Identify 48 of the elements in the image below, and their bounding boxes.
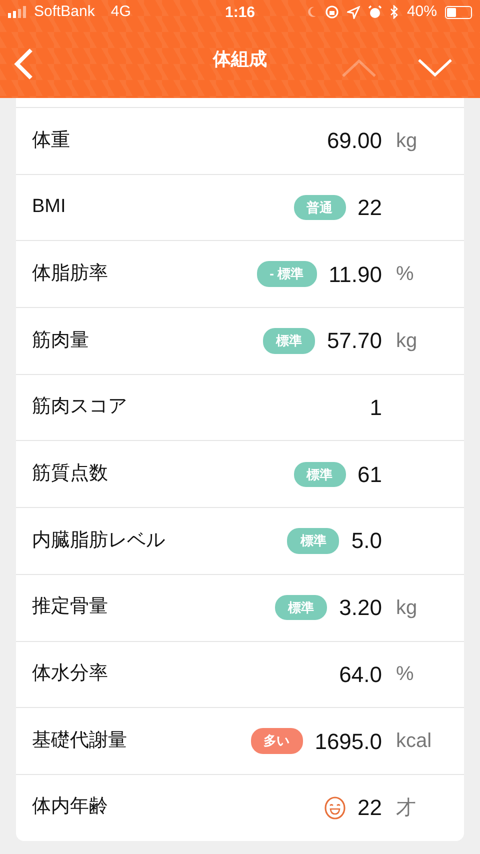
network-type: 4G (110, 2, 131, 22)
metric-label: 体重 (32, 128, 71, 153)
rotation-lock-icon (324, 5, 339, 19)
metric-value: 3.20 (339, 594, 382, 622)
unit-label: % (396, 263, 414, 286)
bluetooth-icon (390, 5, 399, 19)
metric-label: 筋質点数 (32, 462, 109, 486)
battery-percent: 40% (406, 2, 437, 22)
screen-title: 体組成 (213, 48, 267, 71)
status-tag: 多い (250, 728, 303, 754)
unit-label: kg (396, 130, 418, 152)
metric-label: 内臓脂肪レベル (32, 528, 166, 553)
unit-label: 才 (396, 796, 416, 819)
metric-label: 筋肉スコア (32, 395, 128, 420)
metric-value: 64.0 (339, 660, 382, 689)
metric-label: 体脂肪率 (32, 262, 109, 286)
status-tag: 標準 (262, 328, 315, 354)
location-icon (346, 6, 360, 18)
alarm-icon (368, 5, 382, 19)
clock-time: 1:16 (224, 4, 256, 21)
unit-label: kcal (396, 730, 432, 752)
metric-value: 22 (358, 194, 382, 222)
unit-label: kg (396, 330, 418, 352)
moon-icon (306, 6, 317, 18)
status-tag: 標準 (294, 462, 346, 488)
metric-value: 57.70 (326, 327, 382, 356)
metric-value: 22 (358, 794, 382, 822)
metric-label: 体水分率 (32, 662, 109, 686)
metric-label: 推定骨量 (32, 595, 109, 620)
metric-value: 69.00 (326, 127, 382, 156)
carrier-name: SoftBank (34, 2, 95, 22)
metric-value: 1 (370, 394, 382, 422)
unit-label: kg (396, 596, 418, 619)
metric-label: 筋肉量 (32, 328, 90, 353)
metric-value: 5.0 (351, 527, 382, 556)
metric-value: 61 (358, 460, 382, 489)
metric-label: BMI (32, 195, 67, 220)
status-tag: - 標準 (256, 261, 317, 287)
status-tag: 普通 (294, 194, 346, 220)
status-tag: 標準 (275, 594, 328, 620)
metric-label: 体内年齢 (32, 795, 109, 820)
status-tag: 標準 (287, 528, 340, 554)
back-icon[interactable] (14, 48, 34, 80)
metric-value: 1695.0 (314, 728, 382, 756)
unit-label: % (396, 663, 414, 686)
battery-icon (445, 6, 472, 18)
metric-label: 基礎代謝量 (32, 728, 128, 753)
metric-value: 11.90 (328, 260, 382, 289)
